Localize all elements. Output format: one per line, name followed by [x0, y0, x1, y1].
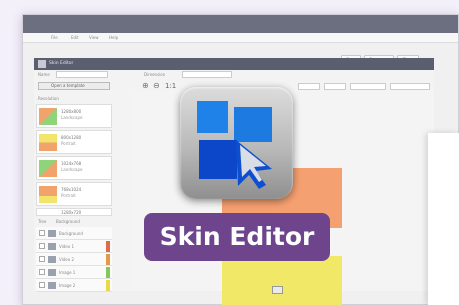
w-field[interactable]: [350, 83, 386, 90]
image-icon: [48, 230, 56, 237]
zoom-out-icon[interactable]: ⊖: [153, 81, 160, 90]
zoom-value: 1:1: [165, 82, 177, 90]
layer-name: Video 1: [59, 244, 75, 249]
x-field[interactable]: [298, 83, 320, 90]
title-bar: [23, 15, 458, 33]
name-label: Name: [38, 72, 50, 77]
layer-row[interactable]: Video 2: [36, 253, 112, 266]
layer-color-bar: [106, 280, 110, 291]
palette-name: 1280x720: [61, 210, 82, 215]
layer-color-bar: [106, 241, 110, 252]
palette-name: 800x1280: [61, 135, 82, 140]
menu-help[interactable]: Help: [109, 35, 118, 40]
layer-name: Image 1: [59, 270, 76, 275]
tab-background[interactable]: Background: [56, 219, 80, 224]
name-field[interactable]: [56, 71, 108, 78]
palette-swatch: [39, 108, 57, 125]
layer-name: Background: [59, 231, 83, 236]
editor-window-header: Skin Editor: [34, 58, 434, 70]
palette-swatch: [39, 134, 57, 151]
layer-row[interactable]: Image 1: [36, 266, 112, 279]
layer-name: Image 2: [59, 283, 76, 288]
zoom-in-icon[interactable]: ⊕: [142, 81, 149, 90]
dimension-label: Dimension: [144, 72, 166, 77]
open-template-button[interactable]: Open a template: [38, 82, 110, 90]
palette-sub: Portrait: [61, 141, 76, 146]
h-field[interactable]: [390, 83, 430, 90]
palette-name: 1280x800: [61, 109, 82, 114]
skin-editor-app-icon: [180, 87, 293, 199]
palette-item[interactable]: 1280x720: [36, 208, 112, 216]
palette-swatch: [39, 186, 57, 203]
dimension-field[interactable]: [182, 71, 232, 78]
tab-tree[interactable]: Tree: [38, 219, 46, 224]
menu-file[interactable]: File: [51, 35, 58, 40]
region-handle[interactable]: [272, 286, 283, 294]
editor-window-icon: [38, 60, 46, 68]
palette-sub: Portrait: [61, 193, 76, 198]
layer-checkbox[interactable]: [39, 282, 45, 288]
layer-name: Video 2: [59, 257, 75, 262]
video-icon: [48, 256, 56, 263]
palette-sub: Landscape: [61, 115, 83, 120]
palette-item[interactable]: 1280x800 Landscape: [36, 104, 112, 128]
side-panel: [428, 133, 459, 305]
palette-name: 768x1024: [61, 187, 82, 192]
skin-editor-logo-icon: [197, 101, 272, 189]
palette-sub: Landscape: [61, 167, 83, 172]
palette-name: 1024x768: [61, 161, 82, 166]
layer-row[interactable]: Video 1: [36, 240, 112, 253]
palette-item[interactable]: 768x1024 Portrait: [36, 182, 112, 206]
menu-view[interactable]: View: [89, 35, 99, 40]
layer-checkbox[interactable]: [39, 256, 45, 262]
layer-checkbox[interactable]: [39, 243, 45, 249]
image-icon: [48, 282, 56, 289]
yellow-region[interactable]: [222, 256, 342, 305]
palette-item[interactable]: 800x1280 Portrait: [36, 130, 112, 154]
layer-row[interactable]: Background: [36, 227, 112, 240]
layer-color-bar: [106, 254, 110, 265]
menu-edit[interactable]: Edit: [71, 35, 79, 40]
resolution-tab[interactable]: Resolution: [38, 96, 59, 101]
y-field[interactable]: [324, 83, 346, 90]
menu-bar: File Edit View Help: [23, 33, 458, 43]
skin-editor-banner: Skin Editor: [144, 213, 330, 261]
editor-window-title: Skin Editor: [49, 61, 74, 66]
layer-checkbox[interactable]: [39, 269, 45, 275]
layer-checkbox[interactable]: [39, 230, 45, 236]
layer-color-bar: [106, 267, 110, 278]
image-icon: [48, 269, 56, 276]
video-icon: [48, 243, 56, 250]
layer-row[interactable]: Image 2: [36, 279, 112, 292]
palette-item[interactable]: 1024x768 Landscape: [36, 156, 112, 180]
palette-swatch: [39, 160, 57, 177]
